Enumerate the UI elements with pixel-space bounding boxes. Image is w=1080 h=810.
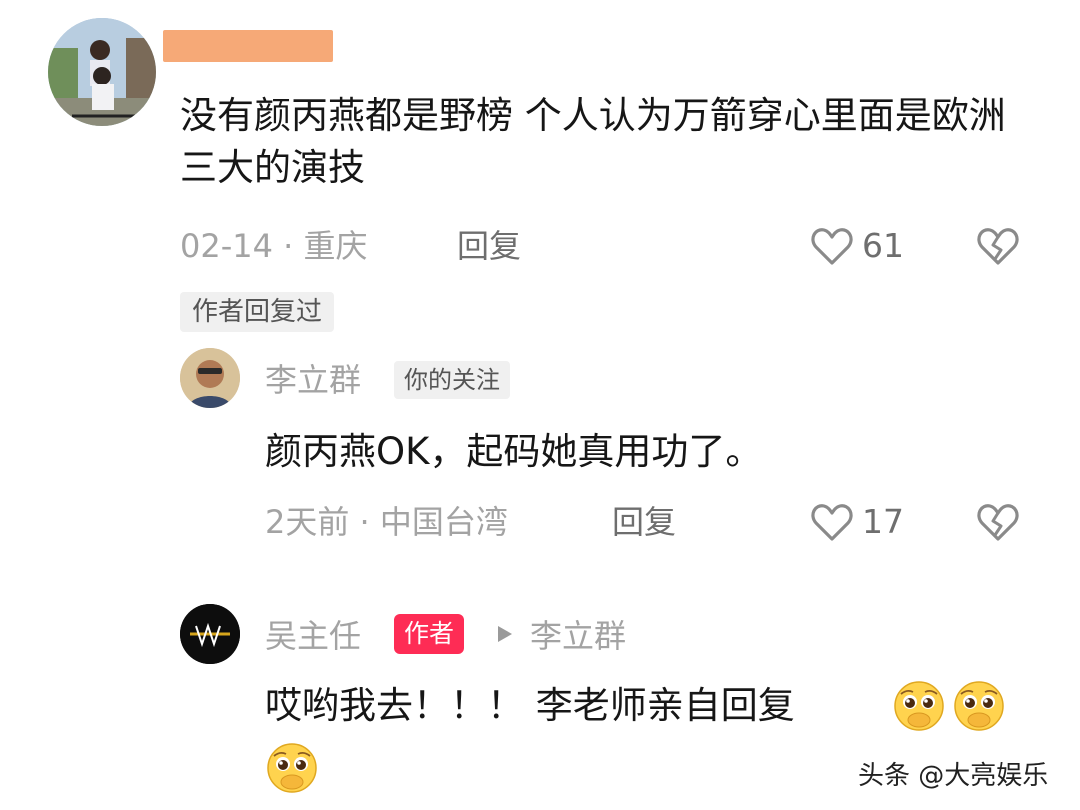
commenter-avatar[interactable]	[180, 348, 240, 408]
commenter-username[interactable]: 李立群	[265, 360, 361, 400]
play-triangle-icon	[494, 624, 514, 644]
broken-heart-icon[interactable]	[976, 226, 1020, 266]
author-username[interactable]: 吴主任	[265, 616, 361, 656]
watermark: 头条 @大亮娱乐	[858, 761, 1049, 791]
pleading-face-emoji	[267, 743, 317, 793]
commenter-avatar[interactable]	[48, 18, 156, 126]
like-count: 17	[862, 502, 904, 541]
comment-meta: 2天前 · 中国台湾	[265, 503, 508, 541]
reply-to-username[interactable]: 李立群	[530, 616, 626, 656]
author-replied-tag: 作者回复过	[180, 292, 335, 332]
pleading-face-emoji	[954, 681, 1004, 731]
comment-text: 哎哟我去！！！ 李老师亲自回复	[265, 684, 795, 727]
comment-text: 颜丙燕OK，起码她真用功了。	[265, 430, 763, 473]
author-badge: 作者	[394, 614, 465, 654]
broken-heart-icon[interactable]	[976, 502, 1020, 542]
reply-button[interactable]: 回复	[612, 502, 676, 542]
pleading-face-emoji	[894, 681, 944, 731]
heart-outline-icon[interactable]	[810, 226, 854, 266]
comment-meta: 02-14 · 重庆	[180, 227, 368, 265]
like-count: 61	[862, 226, 904, 265]
comment-text: 没有颜丙燕都是野榜 个人认为万箭穿心里面是欧洲三大的演技	[180, 94, 1006, 189]
author-avatar[interactable]	[180, 604, 240, 664]
redacted-username	[163, 30, 333, 62]
heart-outline-icon[interactable]	[810, 502, 854, 542]
following-badge: 你的关注	[394, 361, 510, 399]
reply-button[interactable]: 回复	[457, 226, 521, 266]
